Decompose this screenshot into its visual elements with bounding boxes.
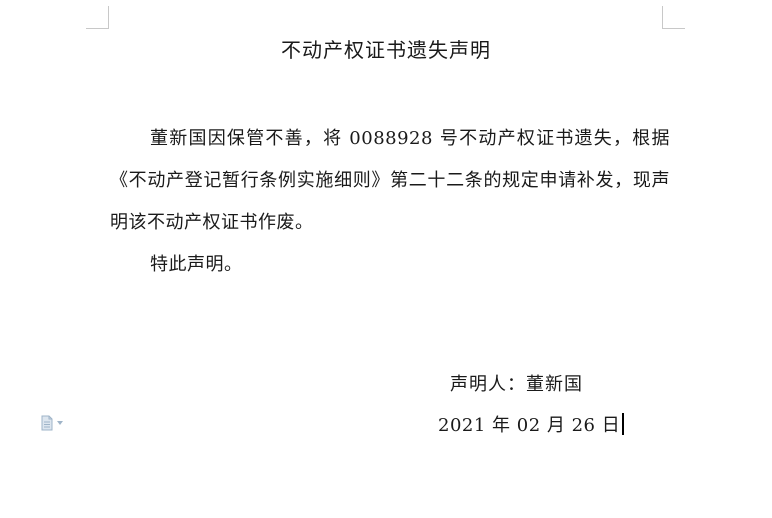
margin-corner-top-left (86, 6, 109, 29)
document-title[interactable]: 不动产权证书遗失声明 (0, 34, 772, 63)
date-text[interactable]: 2021 年 02 月 26 日 (438, 415, 620, 436)
date-line[interactable]: 2021 年 02 月 26 日 (438, 411, 625, 437)
body-paragraph[interactable]: 董新国因保管不善，将 0088928 号不动产权证书遗失，根据《不动产登记暂行条… (110, 118, 670, 244)
margin-corner-top-right (662, 6, 685, 29)
paste-options-button[interactable] (40, 415, 70, 431)
caret-down-icon (57, 421, 63, 425)
closing-paragraph[interactable]: 特此声明。 (110, 244, 670, 286)
document-page[interactable]: 不动产权证书遗失声明 董新国因保管不善，将 0088928 号不动产权证书遗失，… (0, 0, 772, 518)
text-cursor (622, 413, 625, 435)
document-body[interactable]: 董新国因保管不善，将 0088928 号不动产权证书遗失，根据《不动产登记暂行条… (110, 118, 670, 286)
signature-line[interactable]: 声明人：董新国 (450, 370, 583, 396)
document-icon (41, 415, 53, 431)
